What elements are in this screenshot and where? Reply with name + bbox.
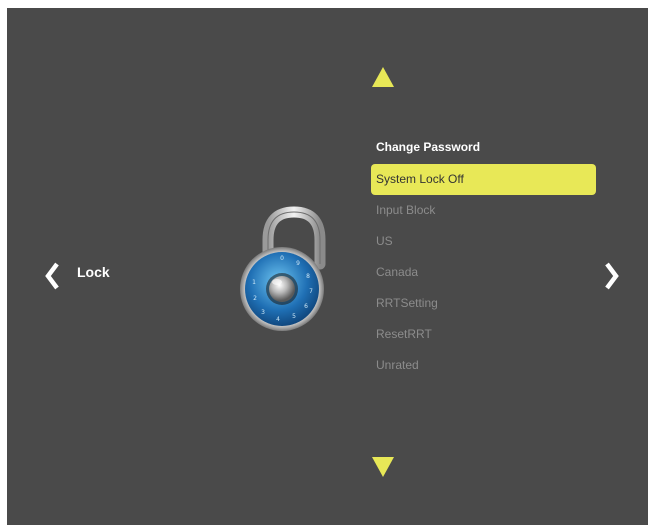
chevron-left-icon[interactable] bbox=[43, 261, 61, 291]
svg-text:8: 8 bbox=[306, 273, 310, 280]
svg-text:7: 7 bbox=[309, 288, 313, 295]
section-title: Lock bbox=[77, 264, 110, 280]
padlock-icon: 0 9 8 7 6 5 4 3 2 1 bbox=[240, 206, 326, 331]
svg-text:3: 3 bbox=[261, 309, 265, 316]
menu-header-change-password[interactable]: Change Password bbox=[371, 134, 596, 160]
svg-text:2: 2 bbox=[253, 295, 257, 302]
menu-item-system-lock[interactable]: System Lock Off bbox=[371, 164, 596, 195]
menu-item-input-block[interactable]: Input Block bbox=[371, 195, 596, 226]
svg-text:1: 1 bbox=[252, 279, 256, 286]
svg-text:0: 0 bbox=[280, 255, 284, 262]
menu-item-unrated[interactable]: Unrated bbox=[371, 350, 596, 381]
svg-text:9: 9 bbox=[296, 260, 300, 267]
menu-item-us[interactable]: US bbox=[371, 226, 596, 257]
chevron-right-icon[interactable] bbox=[603, 261, 621, 291]
scroll-down-icon[interactable] bbox=[371, 456, 395, 478]
svg-text:4: 4 bbox=[276, 316, 280, 323]
lock-settings-screen: Lock 0 9 8 7 6 5 4 3 2 1 Change Password… bbox=[7, 8, 648, 525]
menu-item-reset-rrt[interactable]: ResetRRT bbox=[371, 319, 596, 350]
lock-menu: Change Password System Lock Off Input Bl… bbox=[371, 134, 596, 381]
svg-text:5: 5 bbox=[292, 313, 296, 320]
scroll-up-icon[interactable] bbox=[371, 66, 395, 88]
svg-text:6: 6 bbox=[304, 303, 308, 310]
menu-item-rrt-setting[interactable]: RRTSetting bbox=[371, 288, 596, 319]
menu-item-canada[interactable]: Canada bbox=[371, 257, 596, 288]
